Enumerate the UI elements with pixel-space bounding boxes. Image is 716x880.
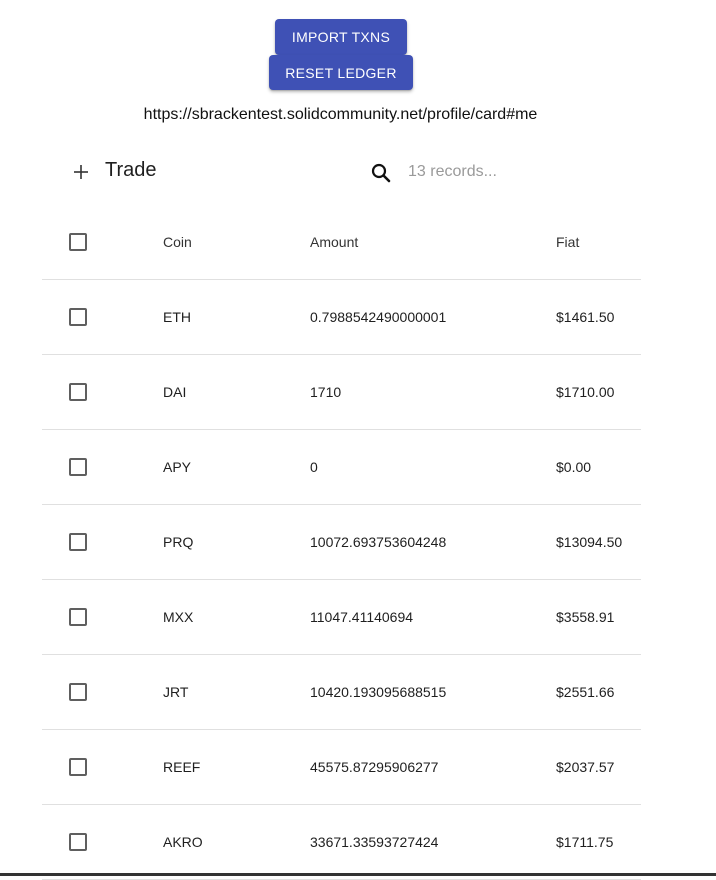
column-header-fiat[interactable]: Fiat [556,205,579,279]
cell-fiat: $1461.50 [556,309,615,325]
select-all-checkbox[interactable] [69,233,87,251]
cell-fiat: $13094.50 [556,534,623,550]
row-checkbox[interactable] [69,458,87,476]
import-txns-button[interactable]: IMPORT TXNS [275,19,407,55]
cell-coin: JRT [163,684,189,700]
cell-coin: PRQ [163,534,194,550]
search-input[interactable] [404,160,612,184]
trade-table: Coin Amount Fiat ETH 0.7988542490000001 … [42,205,641,880]
search-icon [370,162,392,184]
row-checkbox[interactable] [69,533,87,551]
cell-coin: MXX [163,609,194,625]
cell-coin: APY [163,459,192,475]
cell-fiat: $2551.66 [556,684,615,700]
cell-amount: 0.7988542490000001 [310,309,447,325]
cell-amount: 11047.41140694 [310,609,414,625]
table-row[interactable]: REEF 45575.87295906277 $2037.57 [42,730,641,805]
reset-ledger-button[interactable]: RESET LEDGER [269,55,413,90]
row-checkbox[interactable] [69,608,87,626]
cell-fiat: $1710.00 [556,384,615,400]
plus-icon[interactable] [70,160,92,184]
cell-fiat: $0.00 [556,459,592,475]
cell-amount: 0 [310,459,318,475]
cell-amount: 10072.693753604248 [310,534,447,550]
column-header-amount[interactable]: Amount [310,205,358,279]
cell-fiat: $1711.75 [556,834,614,850]
table-title: Trade [105,159,157,181]
cell-amount: 33671.33593727424 [310,834,439,850]
cell-fiat: $2037.57 [556,759,615,775]
table-row[interactable]: MXX 11047.41140694 $3558.91 [42,580,641,655]
row-checkbox[interactable] [69,308,87,326]
row-checkbox[interactable] [69,683,87,701]
cell-coin: DAI [163,384,187,400]
cell-amount: 10420.193095688515 [310,684,447,700]
cell-amount: 1710 [310,384,342,400]
row-checkbox[interactable] [69,758,87,776]
table-row[interactable]: PRQ 10072.693753604248 $13094.50 [42,505,641,580]
table-row[interactable]: JRT 10420.193095688515 $2551.66 [42,655,641,730]
table-row[interactable]: AKRO 33671.33593727424 $1711.75 [42,805,641,880]
webid-url: https://sbrackentest.solidcommunity.net/… [143,106,538,123]
cell-amount: 45575.87295906277 [310,759,439,775]
table-row[interactable]: APY 0 $0.00 [42,430,641,505]
table-row[interactable]: DAI 1710 $1710.00 [42,355,641,430]
cell-coin: REEF [163,759,201,775]
row-checkbox[interactable] [69,383,87,401]
cell-fiat: $3558.91 [556,609,615,625]
table-header-row: Coin Amount Fiat [42,205,641,280]
row-checkbox[interactable] [69,833,87,851]
cell-coin: AKRO [163,834,203,850]
cell-coin: ETH [163,309,191,325]
table-row[interactable]: ETH 0.7988542490000001 $1461.50 [42,280,641,355]
column-header-coin[interactable]: Coin [163,205,192,279]
